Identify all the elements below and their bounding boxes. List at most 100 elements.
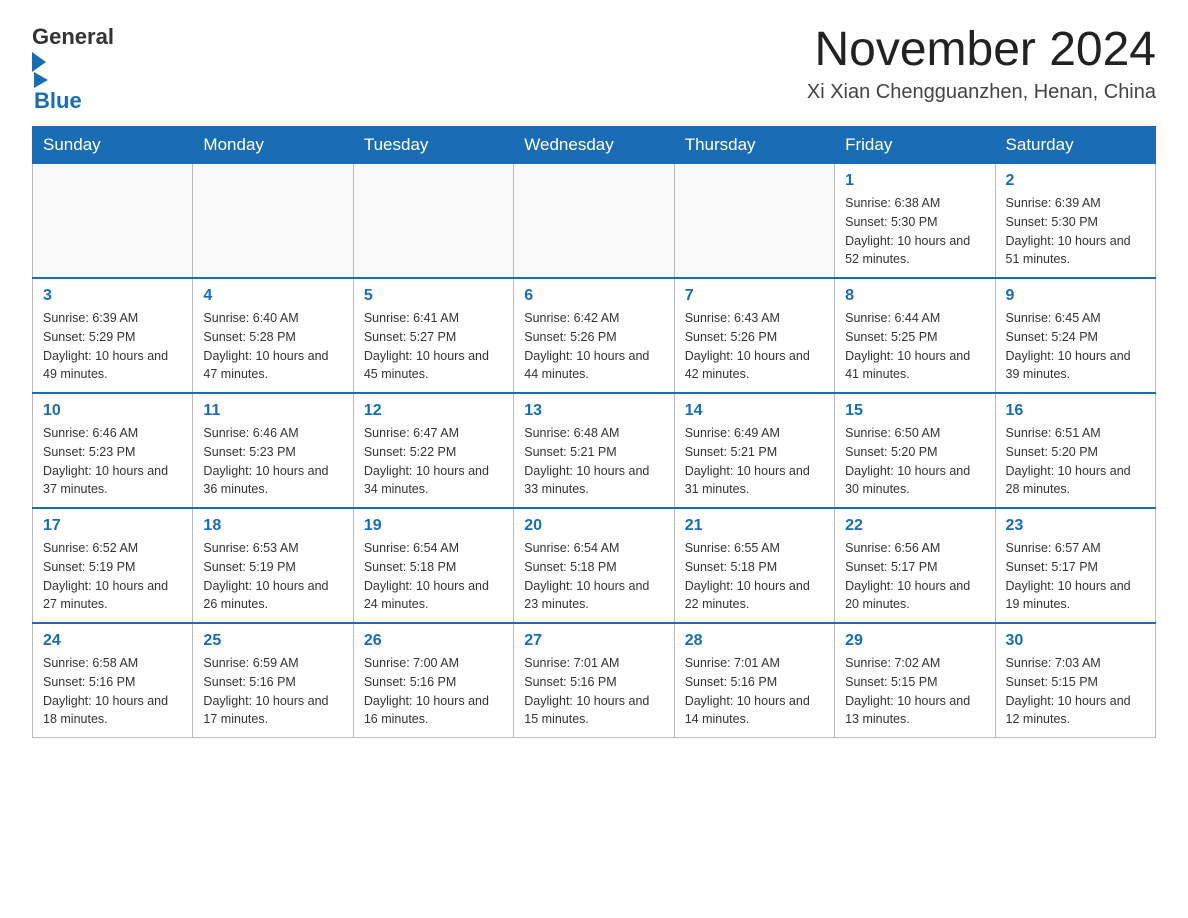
day-number: 26 — [364, 632, 503, 650]
calendar-cell: 12 Sunrise: 6:47 AMSunset: 5:22 PMDayligh… — [353, 393, 513, 508]
day-info: Sunrise: 6:54 AMSunset: 5:18 PMDaylight:… — [364, 539, 503, 614]
day-number: 7 — [685, 287, 824, 305]
day-info: Sunrise: 6:38 AMSunset: 5:30 PMDaylight:… — [845, 194, 984, 269]
day-info: Sunrise: 6:44 AMSunset: 5:25 PMDaylight:… — [845, 309, 984, 384]
calendar-cell — [674, 164, 834, 279]
calendar-cell: 24 Sunrise: 6:58 AMSunset: 5:16 PMDayligh… — [33, 623, 193, 738]
calendar-cell: 5Sunrise: 6:41 AMSunset: 5:27 PMDaylight… — [353, 278, 513, 393]
day-number: 18 — [203, 517, 342, 535]
calendar-cell: 26Sunrise: 7:00 AMSunset: 5:16 PMDayligh… — [353, 623, 513, 738]
calendar-header-sunday: Sunday — [33, 127, 193, 164]
day-number: 24 — [43, 632, 182, 650]
logo-general-text: General — [32, 24, 114, 50]
day-number: 25 — [203, 632, 342, 650]
calendar-cell: 13 Sunrise: 6:48 AMSunset: 5:21 PMDayligh… — [514, 393, 674, 508]
calendar-header-monday: Monday — [193, 127, 353, 164]
day-number: 12 — [364, 402, 503, 420]
page-header: General Blue November 2024 Xi Xian Cheng… — [32, 24, 1156, 114]
day-number: 14 — [685, 402, 824, 420]
title-block: November 2024 Xi Xian Chengguanzhen, Hen… — [807, 24, 1156, 104]
day-number: 19 — [364, 517, 503, 535]
calendar-cell: 11 Sunrise: 6:46 AMSunset: 5:23 PMDayligh… — [193, 393, 353, 508]
calendar-cell: 25 Sunrise: 6:59 AMSunset: 5:16 PMDayligh… — [193, 623, 353, 738]
calendar-cell: 23 Sunrise: 6:57 AMSunset: 5:17 PMDayligh… — [995, 508, 1155, 623]
day-info: Sunrise: 6:52 AMSunset: 5:19 PMDaylight:… — [43, 539, 182, 614]
day-number: 15 — [845, 402, 984, 420]
calendar-cell: 9 Sunrise: 6:45 AMSunset: 5:24 PMDaylight… — [995, 278, 1155, 393]
calendar-week-row: 24 Sunrise: 6:58 AMSunset: 5:16 PMDayligh… — [33, 623, 1156, 738]
day-number: 16 — [1006, 402, 1145, 420]
calendar-cell: 1 Sunrise: 6:38 AMSunset: 5:30 PMDaylight… — [835, 164, 995, 279]
calendar-week-row: 3Sunrise: 6:39 AMSunset: 5:29 PMDaylight… — [33, 278, 1156, 393]
day-number: 30 — [1006, 632, 1145, 650]
calendar-cell: 18 Sunrise: 6:53 AMSunset: 5:19 PMDayligh… — [193, 508, 353, 623]
day-number: 23 — [1006, 517, 1145, 535]
calendar-header-thursday: Thursday — [674, 127, 834, 164]
calendar-header-friday: Friday — [835, 127, 995, 164]
day-info: Sunrise: 7:02 AMSunset: 5:15 PMDaylight:… — [845, 654, 984, 729]
calendar-cell: 3Sunrise: 6:39 AMSunset: 5:29 PMDaylight… — [33, 278, 193, 393]
day-info: Sunrise: 6:48 AMSunset: 5:21 PMDaylight:… — [524, 424, 663, 499]
day-number: 28 — [685, 632, 824, 650]
day-info: Sunrise: 6:47 AMSunset: 5:22 PMDaylight:… — [364, 424, 503, 499]
day-info: Sunrise: 6:56 AMSunset: 5:17 PMDaylight:… — [845, 539, 984, 614]
day-number: 22 — [845, 517, 984, 535]
month-year-title: November 2024 — [807, 24, 1156, 77]
day-info: Sunrise: 7:01 AMSunset: 5:16 PMDaylight:… — [524, 654, 663, 729]
day-info: Sunrise: 6:54 AMSunset: 5:18 PMDaylight:… — [524, 539, 663, 614]
day-info: Sunrise: 6:51 AMSunset: 5:20 PMDaylight:… — [1006, 424, 1145, 499]
calendar-week-row: 10 Sunrise: 6:46 AMSunset: 5:23 PMDayligh… — [33, 393, 1156, 508]
day-info: Sunrise: 6:39 AMSunset: 5:30 PMDaylight:… — [1006, 194, 1145, 269]
day-number: 10 — [43, 402, 182, 420]
day-number: 21 — [685, 517, 824, 535]
day-info: Sunrise: 6:58 AMSunset: 5:16 PMDaylight:… — [43, 654, 182, 729]
calendar-cell — [193, 164, 353, 279]
day-info: Sunrise: 7:03 AMSunset: 5:15 PMDaylight:… — [1006, 654, 1145, 729]
day-info: Sunrise: 6:53 AMSunset: 5:19 PMDaylight:… — [203, 539, 342, 614]
day-info: Sunrise: 6:57 AMSunset: 5:17 PMDaylight:… — [1006, 539, 1145, 614]
calendar-cell: 14Sunrise: 6:49 AMSunset: 5:21 PMDayligh… — [674, 393, 834, 508]
day-info: Sunrise: 6:45 AMSunset: 5:24 PMDaylight:… — [1006, 309, 1145, 384]
day-number: 20 — [524, 517, 663, 535]
day-number: 5 — [364, 287, 503, 305]
day-number: 2 — [1006, 172, 1145, 190]
day-number: 6 — [524, 287, 663, 305]
day-info: Sunrise: 6:59 AMSunset: 5:16 PMDaylight:… — [203, 654, 342, 729]
day-number: 1 — [845, 172, 984, 190]
calendar-cell: 30 Sunrise: 7:03 AMSunset: 5:15 PMDayligh… — [995, 623, 1155, 738]
day-info: Sunrise: 6:55 AMSunset: 5:18 PMDaylight:… — [685, 539, 824, 614]
calendar-header-row: SundayMondayTuesdayWednesdayThursdayFrid… — [33, 127, 1156, 164]
calendar-cell — [514, 164, 674, 279]
calendar-cell: 15 Sunrise: 6:50 AMSunset: 5:20 PMDayligh… — [835, 393, 995, 508]
day-number: 29 — [845, 632, 984, 650]
calendar-cell: 22 Sunrise: 6:56 AMSunset: 5:17 PMDayligh… — [835, 508, 995, 623]
day-number: 11 — [203, 402, 342, 420]
calendar-cell: 6 Sunrise: 6:42 AMSunset: 5:26 PMDaylight… — [514, 278, 674, 393]
day-number: 27 — [524, 632, 663, 650]
calendar-cell: 17 Sunrise: 6:52 AMSunset: 5:19 PMDayligh… — [33, 508, 193, 623]
calendar-cell: 8 Sunrise: 6:44 AMSunset: 5:25 PMDaylight… — [835, 278, 995, 393]
day-info: Sunrise: 6:40 AMSunset: 5:28 PMDaylight:… — [203, 309, 342, 384]
day-info: Sunrise: 7:01 AMSunset: 5:16 PMDaylight:… — [685, 654, 824, 729]
day-info: Sunrise: 6:46 AMSunset: 5:23 PMDaylight:… — [43, 424, 182, 499]
day-info: Sunrise: 6:43 AMSunset: 5:26 PMDaylight:… — [685, 309, 824, 384]
calendar-header-saturday: Saturday — [995, 127, 1155, 164]
calendar-cell: 21 Sunrise: 6:55 AMSunset: 5:18 PMDayligh… — [674, 508, 834, 623]
calendar-cell: 19 Sunrise: 6:54 AMSunset: 5:18 PMDayligh… — [353, 508, 513, 623]
location-text: Xi Xian Chengguanzhen, Henan, China — [807, 81, 1156, 104]
calendar-cell — [353, 164, 513, 279]
day-info: Sunrise: 6:42 AMSunset: 5:26 PMDaylight:… — [524, 309, 663, 384]
day-number: 8 — [845, 287, 984, 305]
calendar-cell: 10 Sunrise: 6:46 AMSunset: 5:23 PMDayligh… — [33, 393, 193, 508]
logo-arrow-icon — [32, 52, 46, 72]
calendar-cell: 4Sunrise: 6:40 AMSunset: 5:28 PMDaylight… — [193, 278, 353, 393]
day-info: Sunrise: 6:46 AMSunset: 5:23 PMDaylight:… — [203, 424, 342, 499]
calendar-cell: 20 Sunrise: 6:54 AMSunset: 5:18 PMDayligh… — [514, 508, 674, 623]
day-number: 13 — [524, 402, 663, 420]
day-number: 17 — [43, 517, 182, 535]
day-number: 9 — [1006, 287, 1145, 305]
calendar-cell: 7 Sunrise: 6:43 AMSunset: 5:26 PMDaylight… — [674, 278, 834, 393]
calendar-header-wednesday: Wednesday — [514, 127, 674, 164]
day-info: Sunrise: 6:50 AMSunset: 5:20 PMDaylight:… — [845, 424, 984, 499]
logo-blue-text: Blue — [34, 88, 82, 114]
